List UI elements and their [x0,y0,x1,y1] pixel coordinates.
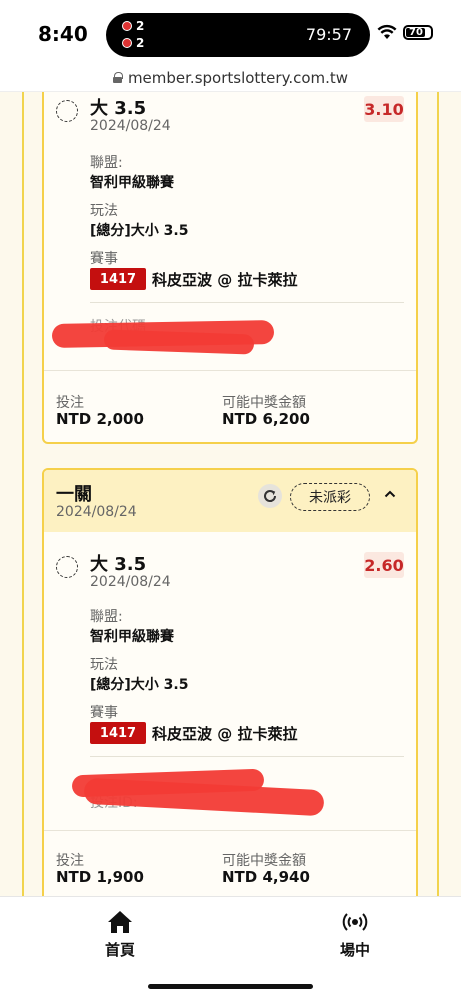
league-label: 聯盟: [90,609,123,625]
ticket-header[interactable]: 一關 2024/08/24 未派彩 [44,470,416,532]
refresh-icon [264,490,277,502]
league-value: 智利甲級聯賽 [90,629,174,645]
dynamic-island[interactable]: 2 2 79:57 [106,13,370,57]
payout-label: 可能中獎金額 [222,853,306,869]
stake-label: 投注 [56,853,84,869]
nav-live-label: 場中 [339,941,370,959]
event-name: 科皮亞波 @ 拉卡萊拉 [152,270,298,289]
url-text: member.sportslottery.com.tw [127,68,349,87]
league-value: 智利甲級聯賽 [90,175,174,191]
stake-value: NTD 1,900 [56,868,144,886]
team-badge-icon [122,21,132,31]
event-code-badge: 1417 [90,268,146,290]
odds-badge: 2.60 [364,552,404,578]
ticket-date: 2024/08/24 [56,504,137,520]
nav-home[interactable]: 首頁 [80,909,160,960]
event-code-badge: 1417 [90,722,146,744]
status-badge: 未派彩 [290,483,370,511]
selection-divider [90,302,404,303]
status-time: 8:40 [38,22,88,46]
stake-value: NTD 2,000 [56,410,144,428]
selection-date: 2024/08/24 [90,118,171,134]
stake-label: 投注 [56,395,84,411]
selection-date: 2024/08/24 [90,574,171,590]
league-label: 聯盟: [90,155,123,171]
live-match-clock: 79:57 [305,25,352,44]
bet-type-title: 一關 [56,484,92,505]
home-indicator [148,984,313,989]
event-label: 賽事 [90,705,118,721]
bet-selection: 大 3.5 2024/08/24 3.10 聯盟: 智利甲級聯賽 玩法 [總分]… [56,92,404,322]
nav-home-label: 首頁 [104,941,135,959]
selection-divider [90,756,404,757]
bet-ticket-card: 一關 2024/08/24 未派彩 大 3.5 2024/08/24 2.60 … [42,468,418,896]
event-label: 賽事 [90,251,118,267]
redaction-mark [103,329,255,355]
market-value: [總分]大小 3.5 [90,223,189,239]
chevron-up-icon[interactable] [384,488,396,500]
selection-pick: 大 3.5 [90,98,147,119]
bet-history-content[interactable]: 大 3.5 2024/08/24 3.10 聯盟: 智利甲級聯賽 玩法 [總分]… [0,92,461,896]
outer-card-border [437,92,439,896]
market-value: [總分]大小 3.5 [90,677,189,693]
bet-ticket-card: 大 3.5 2024/08/24 3.10 聯盟: 智利甲級聯賽 玩法 [總分]… [42,92,418,444]
selection-status-icon [56,556,78,578]
wifi-icon [377,24,397,39]
selection-status-icon [56,100,78,122]
payout-label: 可能中獎金額 [222,395,306,411]
address-bar[interactable]: member.sportslottery.com.tw [0,64,461,92]
odds-badge: 3.10 [364,96,404,122]
bet-selection: 大 3.5 2024/08/24 2.60 聯盟: 智利甲級聯賽 玩法 [總分]… [56,548,404,778]
live-score-away: 2 [122,36,144,50]
lock-icon [112,72,123,83]
payout-value: NTD 4,940 [222,868,310,886]
refresh-button[interactable] [258,484,282,508]
market-label: 玩法 [90,203,118,219]
live-score-home: 2 [122,19,144,33]
event-row: 1417 科皮亞波 @ 拉卡萊拉 [90,268,297,290]
payout-value: NTD 6,200 [222,410,310,428]
status-bar: 8:40 2 2 79:57 70 [0,0,461,64]
event-row: 1417 科皮亞波 @ 拉卡萊拉 [90,722,297,744]
live-broadcast-icon [342,913,368,931]
nav-live[interactable]: 場中 [315,909,395,960]
footer-divider [44,370,416,371]
home-icon [108,911,132,933]
battery-icon: 70 [403,25,433,40]
footer-divider [44,830,416,831]
outer-card-border [22,92,24,896]
market-label: 玩法 [90,657,118,673]
team-badge-icon [122,38,132,48]
selection-pick: 大 3.5 [90,554,147,575]
event-name: 科皮亞波 @ 拉卡萊拉 [152,724,298,743]
